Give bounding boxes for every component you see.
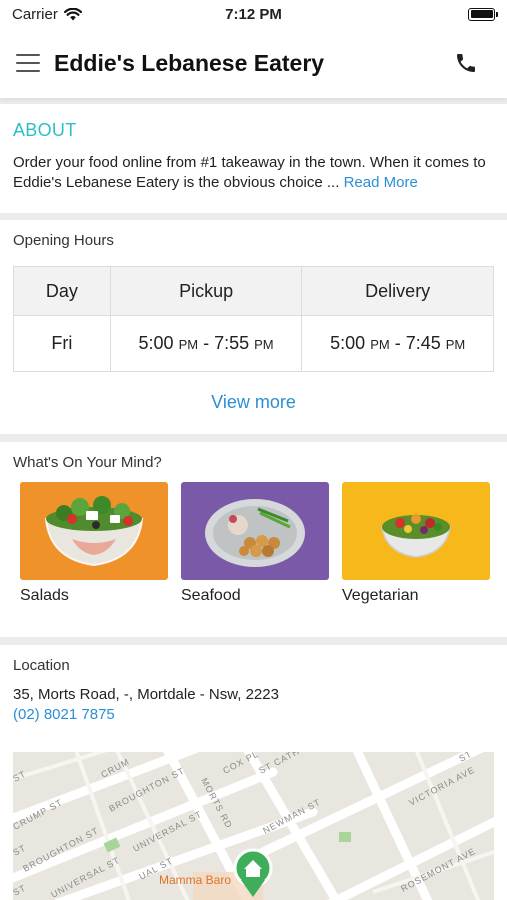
column-header-day: Day: [13, 266, 111, 316]
wifi-icon: [63, 7, 82, 20]
location-label: Location: [13, 657, 70, 674]
opening-hours-label: Opening Hours: [13, 232, 114, 249]
category-tile: [20, 482, 168, 580]
table-row: Fri 5:00 PM - 7:55 PM 5:00 PM - 7:45 PM: [13, 315, 494, 372]
column-header-delivery: Delivery: [301, 266, 494, 316]
view-more-link[interactable]: View more: [13, 392, 494, 413]
category-label: Seafood: [181, 587, 241, 604]
address-text: 35, Morts Road, -, Mortdale - Nsw, 2223: [13, 686, 279, 703]
battery-level: [470, 10, 493, 18]
opening-hours-section: Opening Hours Day Pickup Delivery Fri 5:…: [0, 220, 507, 434]
menu-icon[interactable]: [16, 54, 40, 72]
category-label: Salads: [20, 587, 69, 604]
page-title: Eddie's Lebanese Eatery: [54, 49, 325, 76]
categories-section: What's On Your Mind? Salads Seafood Vege…: [0, 442, 507, 637]
pickup-cell: 5:00 PM - 7:55 PM: [109, 315, 303, 372]
about-text: Order your food online from #1 takeaway …: [13, 153, 494, 193]
categories-label: What's On Your Mind?: [13, 454, 162, 471]
vegetarian-bowl-image: [381, 514, 451, 558]
delivery-cell: 5:00 PM - 7:45 PM: [301, 315, 494, 372]
phone-icon: [457, 54, 475, 72]
location-map[interactable]: CRUMP ST BROUGHTON ST UNIVERSAL ST MORTS…: [13, 752, 494, 900]
about-section: ABOUT Order your food online from #1 tak…: [0, 104, 507, 213]
battery-icon: [468, 7, 498, 21]
salad-bowl-image: [44, 496, 144, 567]
category-list: Salads Seafood Vegetarian: [13, 482, 494, 605]
nav-bar: Eddie's Lebanese Eatery: [0, 28, 507, 98]
category-vegetarian[interactable]: Vegetarian: [342, 482, 490, 605]
category-label: Vegetarian: [342, 587, 419, 604]
map-image: CRUMP ST BROUGHTON ST UNIVERSAL ST MORTS…: [13, 752, 494, 900]
about-title: ABOUT: [13, 120, 77, 140]
location-phone-link[interactable]: (02) 8021 7875: [13, 706, 494, 723]
column-header-pickup: Pickup: [109, 266, 303, 316]
phone-call-button[interactable]: [451, 48, 481, 78]
table-header-row: Day Pickup Delivery: [13, 266, 494, 316]
map-place-label: Mamma Baro: [159, 873, 231, 887]
day-cell: Fri: [13, 315, 111, 372]
category-seafood[interactable]: Seafood: [181, 482, 329, 605]
carrier-label: Carrier: [12, 5, 58, 23]
location-section: Location 35, Morts Road, -, Mortdale - N…: [0, 645, 507, 900]
read-more-link[interactable]: Read More: [344, 174, 418, 191]
hours-table: Day Pickup Delivery Fri 5:00 PM - 7:55 P…: [13, 266, 494, 372]
seafood-plate-image: [205, 499, 305, 567]
category-tile: [181, 482, 329, 580]
category-salads[interactable]: Salads: [20, 482, 168, 605]
status-left: Carrier: [12, 6, 82, 23]
category-tile: [342, 482, 490, 580]
status-bar: Carrier 7:12 PM: [0, 0, 507, 28]
